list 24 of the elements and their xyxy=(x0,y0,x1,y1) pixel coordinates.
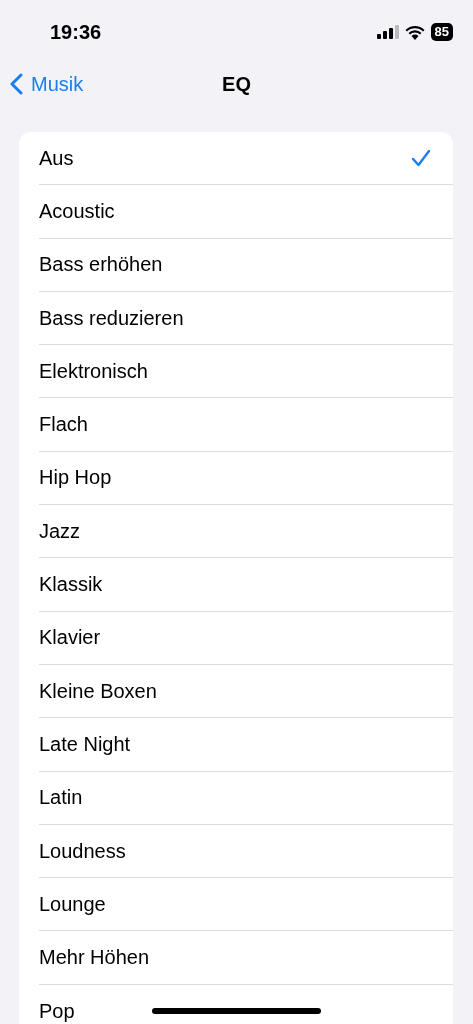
battery-level: 85 xyxy=(430,23,453,41)
eq-option[interactable]: Hip Hop xyxy=(39,451,453,506)
eq-option[interactable]: Klassik xyxy=(39,558,453,612)
status-time: 19:36 xyxy=(50,20,103,44)
eq-option[interactable]: Acoustic xyxy=(39,185,453,239)
wifi-icon xyxy=(404,24,425,40)
eq-option[interactable]: Klavier xyxy=(39,611,453,665)
eq-option[interactable]: Bass reduzieren xyxy=(39,291,453,346)
eq-option[interactable]: Kleine Boxen xyxy=(39,664,453,719)
eq-option[interactable]: Pop xyxy=(39,984,453,1024)
eq-option[interactable]: Aus xyxy=(39,132,453,186)
eq-option[interactable]: Late Night xyxy=(39,718,453,772)
eq-option[interactable]: Mehr Höhen xyxy=(39,931,453,985)
signal-icon xyxy=(376,25,399,39)
eq-option[interactable]: Loudness xyxy=(39,824,453,879)
page-title: EQ xyxy=(222,72,251,96)
eq-option[interactable]: Bass erhöhen xyxy=(39,238,453,292)
eq-option[interactable]: Flach xyxy=(39,398,453,452)
back-button[interactable]: Musik xyxy=(10,70,84,98)
eq-option[interactable]: Elektronisch xyxy=(39,345,453,399)
eq-option[interactable]: Latin xyxy=(39,771,453,825)
eq-option[interactable]: Lounge xyxy=(39,878,453,932)
eq-option[interactable]: Jazz xyxy=(39,505,453,559)
chevron-left-icon xyxy=(10,73,23,95)
